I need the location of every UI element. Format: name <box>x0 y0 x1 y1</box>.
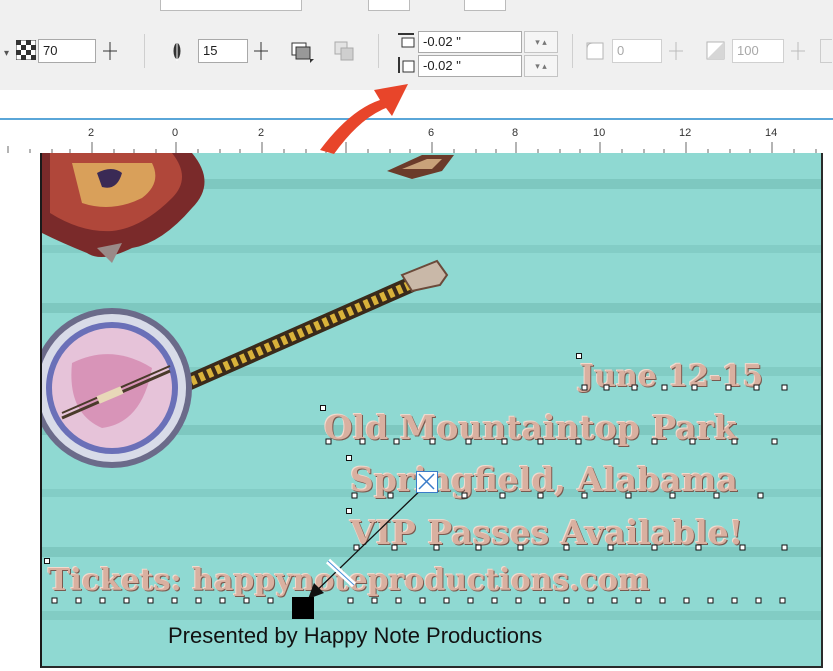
copy-shadow-icon[interactable] <box>332 39 356 63</box>
offset-x-spinner[interactable]: ▾ ▴ <box>524 31 558 53</box>
document-canvas[interactable]: June 12-15 Old Mountaintop Park Springfi… <box>40 153 823 668</box>
corner-slider-icon[interactable] <box>664 39 688 63</box>
cut-off-control[interactable] <box>820 39 832 63</box>
shadow-direction-icon[interactable] <box>289 39 315 63</box>
transparency-input[interactable]: 70 <box>38 39 96 63</box>
ruler-label: 10 <box>593 127 606 139</box>
annotation-arrow-icon <box>320 84 408 154</box>
ruler-label: 14 <box>765 127 778 139</box>
transparency-slider-icon[interactable] <box>98 39 122 63</box>
ruler-label: 12 <box>679 127 692 139</box>
shadow-end-handle[interactable] <box>292 597 314 619</box>
top-toolbar-strip <box>0 0 833 14</box>
opacity-input[interactable]: 100 <box>732 39 784 63</box>
top-field-fragment[interactable] <box>160 0 302 11</box>
opacity-icon[interactable] <box>704 39 728 63</box>
corner-input[interactable]: 0 <box>612 39 662 63</box>
top-field-fragment[interactable] <box>464 0 506 11</box>
transparency-checker-icon <box>15 39 37 61</box>
ruler-label: 2 <box>88 127 95 139</box>
feather-input[interactable]: 15 <box>198 39 248 63</box>
shadow-vector-tool <box>307 482 429 600</box>
ruler-label: 2 <box>258 127 265 139</box>
dropdown-arrow-icon[interactable]: ▾ <box>4 48 9 59</box>
opacity-slider-icon[interactable] <box>786 39 810 63</box>
ruler-label: 0 <box>172 127 179 139</box>
shadow-start-handle[interactable] <box>416 471 438 493</box>
ruler-label: 8 <box>512 127 519 139</box>
offset-y-spinner[interactable]: ▾ ▴ <box>524 55 558 77</box>
feather-slider-icon[interactable] <box>249 39 273 63</box>
corner-shape-icon[interactable] <box>584 39 608 63</box>
offset-x-icon <box>396 31 416 51</box>
top-field-fragment[interactable] <box>368 0 410 11</box>
toolbar-separator <box>144 34 145 68</box>
feather-icon <box>170 40 184 62</box>
toolbar-separator <box>572 34 573 68</box>
toolbar-separator <box>378 34 379 68</box>
offset-y-input[interactable]: -0.02 " <box>418 55 522 77</box>
offset-x-input[interactable]: -0.02 " <box>418 31 522 53</box>
